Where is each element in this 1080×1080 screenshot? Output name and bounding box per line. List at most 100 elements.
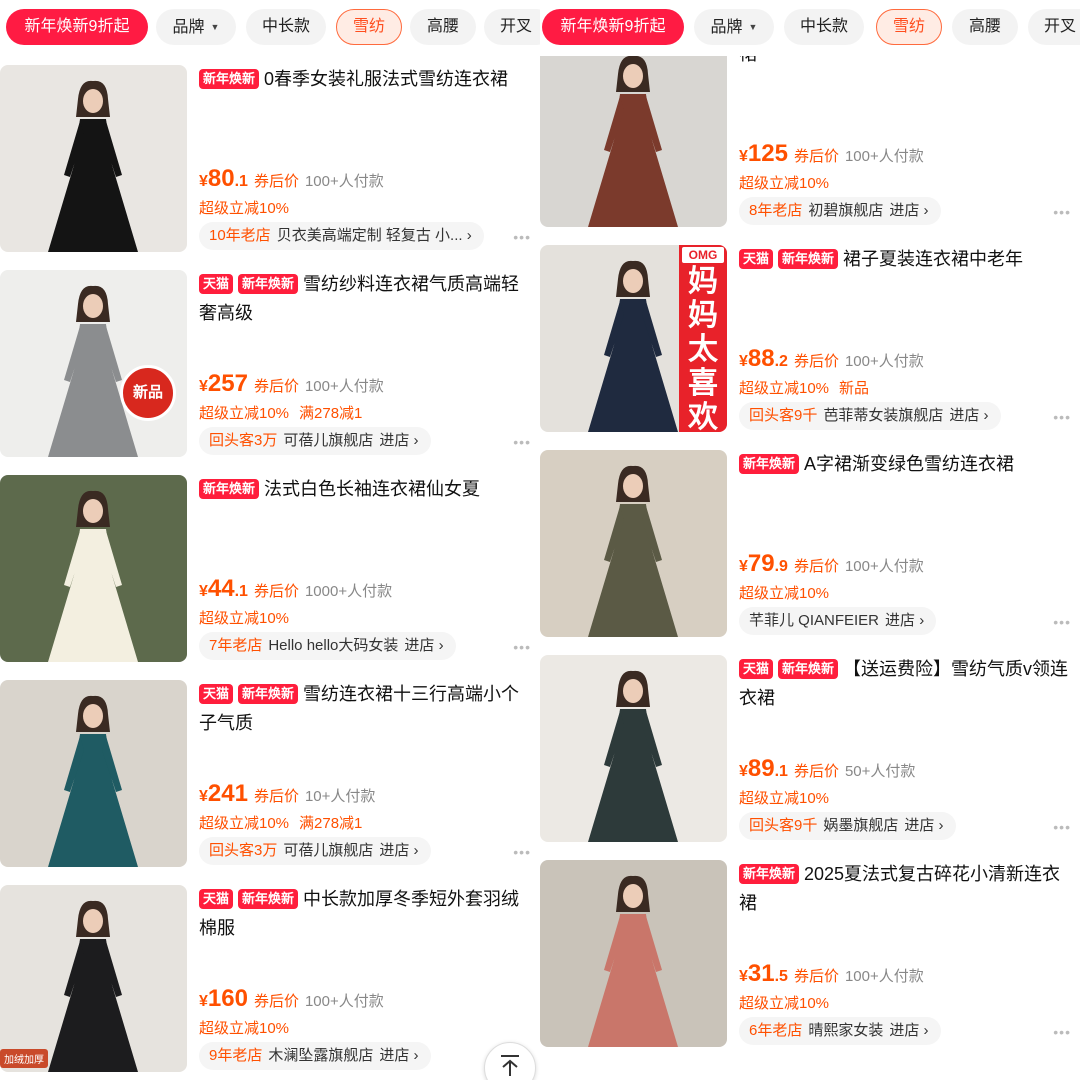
product-card[interactable]: 加绒加厚 天猫 新年焕新 中长款加厚冬季短外套羽绒棉服 ¥160 券后价 100+人付款 超级… xyxy=(0,885,540,1080)
shop-link[interactable]: 回头客3万 可蓓儿旗舰店 进店 › xyxy=(199,837,431,865)
promo-row: 超级立减10% 满278减1 xyxy=(199,402,372,423)
price-row: ¥257 券后价 100+人付款 xyxy=(199,370,384,400)
filter-chip-slit[interactable]: 开叉 xyxy=(484,9,540,45)
more-options-icon[interactable]: ••• xyxy=(513,229,531,245)
chevron-right-icon: › xyxy=(919,202,929,219)
enter-shop-label: 进店 xyxy=(949,407,980,424)
product-card[interactable]: OMG妈妈太喜欢了天猫新年焕新裙子夏装连衣裙中老年¥88.2券后价100+人付款… xyxy=(540,245,1080,440)
promo-text: 超级立减10% xyxy=(739,175,830,192)
product-thumbnail[interactable] xyxy=(0,475,187,662)
product-title[interactable]: 天猫 新年焕新 【送运费险】雪纺气质v领连衣裙 xyxy=(739,655,1077,713)
product-thumbnail[interactable] xyxy=(540,655,727,842)
shop-link[interactable]: 6年老店 晴熙家女装 进店 › xyxy=(739,1017,941,1045)
promo-text: 超级立减10% xyxy=(199,200,290,217)
product-thumbnail[interactable] xyxy=(0,65,187,252)
enter-shop-label: 进店 xyxy=(904,817,935,834)
promo-tag: 天猫 xyxy=(199,889,234,909)
product-thumbnail[interactable]: 新品 xyxy=(0,270,187,457)
currency-symbol: ¥ xyxy=(199,583,208,600)
product-thumbnail[interactable] xyxy=(540,860,727,1047)
product-thumbnail[interactable]: OMG 妈妈太喜欢了 xyxy=(540,245,727,432)
more-options-icon[interactable]: ••• xyxy=(513,639,531,655)
filter-chip-waist[interactable]: 高腰 xyxy=(410,9,476,45)
shop-name: 芊菲儿 QIANFEIER xyxy=(749,612,880,629)
product-price: ¥44.1 xyxy=(199,575,248,602)
product-title-text: 0春季女装礼服法式雪纺连衣裙 xyxy=(264,69,509,89)
product-price: ¥125 xyxy=(739,140,788,167)
more-options-icon[interactable]: ••• xyxy=(1053,1024,1071,1040)
product-photo xyxy=(0,680,187,867)
more-options-icon[interactable]: ••• xyxy=(1053,614,1071,630)
shop-link[interactable]: 回头客3万 可蓓儿旗舰店 进店 › xyxy=(199,427,431,455)
filter-chip-promo[interactable]: 新年焕新9折起 xyxy=(542,9,684,45)
product-title[interactable]: 新年焕新 A字裙渐变绿色雪纺连衣裙 xyxy=(739,450,1077,508)
product-photo xyxy=(540,655,727,842)
product-card[interactable]: 新年焕新 A字裙渐变绿色雪纺连衣裙 ¥79.9 券后价 100+人付款 超级立减10% 芊菲… xyxy=(540,450,1080,645)
product-card[interactable]: 天猫 新年焕新 雪纺连衣裙十三行高端小个子气质 ¥241 券后价 10+人付款 超级立减10… xyxy=(0,680,540,875)
product-thumbnail[interactable]: 加绒加厚 xyxy=(0,885,187,1072)
more-options-icon[interactable]: ••• xyxy=(513,434,531,450)
chevron-right-icon: › xyxy=(409,1047,419,1064)
product-title[interactable]: 天猫 新年焕新 中长款加厚冬季短外套羽绒棉服 xyxy=(199,885,537,943)
shop-link[interactable]: 回头客9千 芭菲蒂女装旗舰店 进店 › xyxy=(739,402,1001,430)
promo-text: 新品 xyxy=(839,380,870,397)
promo-tag: 天猫 xyxy=(739,659,774,679)
product-card[interactable]: 新年焕新 0春季女装礼服法式雪纺连衣裙 ¥80.1 券后价 100+人付款超级立减10%… xyxy=(0,65,540,260)
sales-count: 100+人付款 xyxy=(304,378,384,395)
product-price: ¥160 xyxy=(199,985,248,1012)
sales-count: 100+人付款 xyxy=(844,968,924,985)
product-title[interactable]: 新年焕新 法式白色长袖连衣裙仙女夏 xyxy=(199,475,537,533)
more-options-icon[interactable]: ••• xyxy=(513,844,531,860)
chevron-right-icon: › xyxy=(434,637,444,654)
filter-chip-material[interactable]: 雪纺 xyxy=(336,9,402,45)
product-title[interactable]: 天猫 新年焕新 裙子夏装连衣裙中老年 xyxy=(739,245,1077,303)
product-thumbnail[interactable] xyxy=(540,40,727,227)
product-card[interactable]: 新年焕新 2025夏法式复古碎花小清新连衣裙 ¥31.5 券后价 100+人付款 超级立减… xyxy=(540,860,1080,1055)
more-options-icon[interactable]: ••• xyxy=(1053,409,1071,425)
filter-chip-slit[interactable]: 开叉 xyxy=(1028,9,1080,45)
price-row: ¥80.1 券后价 100+人付款 xyxy=(199,165,384,195)
shop-link[interactable]: 回头客9千 娲墨旗舰店 进店 › xyxy=(739,812,956,840)
more-options-icon[interactable]: ••• xyxy=(1053,204,1071,220)
product-price: ¥241 xyxy=(199,780,248,807)
product-thumbnail[interactable] xyxy=(0,680,187,867)
product-card[interactable]: 新年焕新 法式白色长袖连衣裙仙女夏 ¥44.1 券后价 1000+人付款 超级立减10% 7… xyxy=(0,475,540,670)
filter-chip-brand[interactable]: 品牌 ▼ xyxy=(156,9,236,45)
shop-link[interactable]: 9年老店 木澜坠露旗舰店 进店 › xyxy=(199,1042,431,1070)
banner-omg: OMG xyxy=(682,247,724,263)
product-title[interactable]: 新年焕新 0春季女装礼服法式雪纺连衣裙 xyxy=(199,65,537,123)
sales-count: 100+人付款 xyxy=(844,148,924,165)
filter-chip-waist[interactable]: 高腰 xyxy=(952,9,1018,45)
shop-link[interactable]: 10年老店 贝衣美高端定制 轻复古 小... › xyxy=(199,222,484,250)
price-label: 券后价 xyxy=(793,558,839,575)
product-thumbnail[interactable] xyxy=(540,450,727,637)
product-card[interactable]: 天猫 新年焕新 【送运费险】雪纺气质v领连衣裙 ¥89.1 券后价 50+人付款 超级立减1… xyxy=(540,655,1080,850)
price-decimal: .2 xyxy=(774,353,788,370)
promo-banner: OMG 妈妈太喜欢了 xyxy=(679,245,727,432)
promo-text: 超级立减10% xyxy=(739,380,830,397)
product-title[interactable]: 天猫 新年焕新 雪纺纱料连衣裙气质高端轻奢高级 xyxy=(199,270,537,328)
price-row: ¥44.1 券后价 1000+人付款 xyxy=(199,575,392,605)
promo-tag: 新年焕新 xyxy=(238,889,299,909)
shop-link[interactable]: 8年老店 初碧旗舰店 进店 › xyxy=(739,197,941,225)
product-title[interactable]: 天猫 新年焕新 雪纺连衣裙十三行高端小个子气质 xyxy=(199,680,537,738)
price-row: ¥79.9 券后价 100+人付款 xyxy=(739,550,924,580)
price-label: 券后价 xyxy=(253,378,299,395)
shop-link[interactable]: 7年老店 Hello hello大码女装 进店 › xyxy=(199,632,456,660)
product-card[interactable]: 裙¥125券后价100+人付款超级立减10%8年老店初碧旗舰店进店 ›••• xyxy=(540,40,1080,235)
product-info: 天猫 新年焕新 裙子夏装连衣裙中老年 ¥88.2 券后价 100+人付款 超级立减10% 新品… xyxy=(739,245,1077,435)
more-options-icon[interactable]: ••• xyxy=(1053,819,1071,835)
filter-chip-brand[interactable]: 品牌 ▼ xyxy=(694,9,774,45)
filter-chip-material[interactable]: 雪纺 xyxy=(876,9,942,45)
filter-chip-promo[interactable]: 新年焕新9折起 xyxy=(6,9,148,45)
currency-symbol: ¥ xyxy=(739,558,748,575)
filter-chip-length[interactable]: 中长款 xyxy=(246,9,326,45)
product-price: ¥79.9 xyxy=(739,550,788,577)
product-title[interactable]: 新年焕新 2025夏法式复古碎花小清新连衣裙 xyxy=(739,860,1077,918)
price-label: 券后价 xyxy=(253,583,299,600)
enter-shop-label: 进店 xyxy=(404,637,435,654)
shop-link[interactable]: 芊菲儿 QIANFEIER 进店 › xyxy=(739,607,937,635)
price-integer: 89 xyxy=(747,755,775,782)
product-card[interactable]: 新品 天猫 新年焕新 雪纺纱料连衣裙气质高端轻奢高级 ¥257 券后价 100+人付款 超级立… xyxy=(0,270,540,465)
filter-chip-length[interactable]: 中长款 xyxy=(784,9,864,45)
